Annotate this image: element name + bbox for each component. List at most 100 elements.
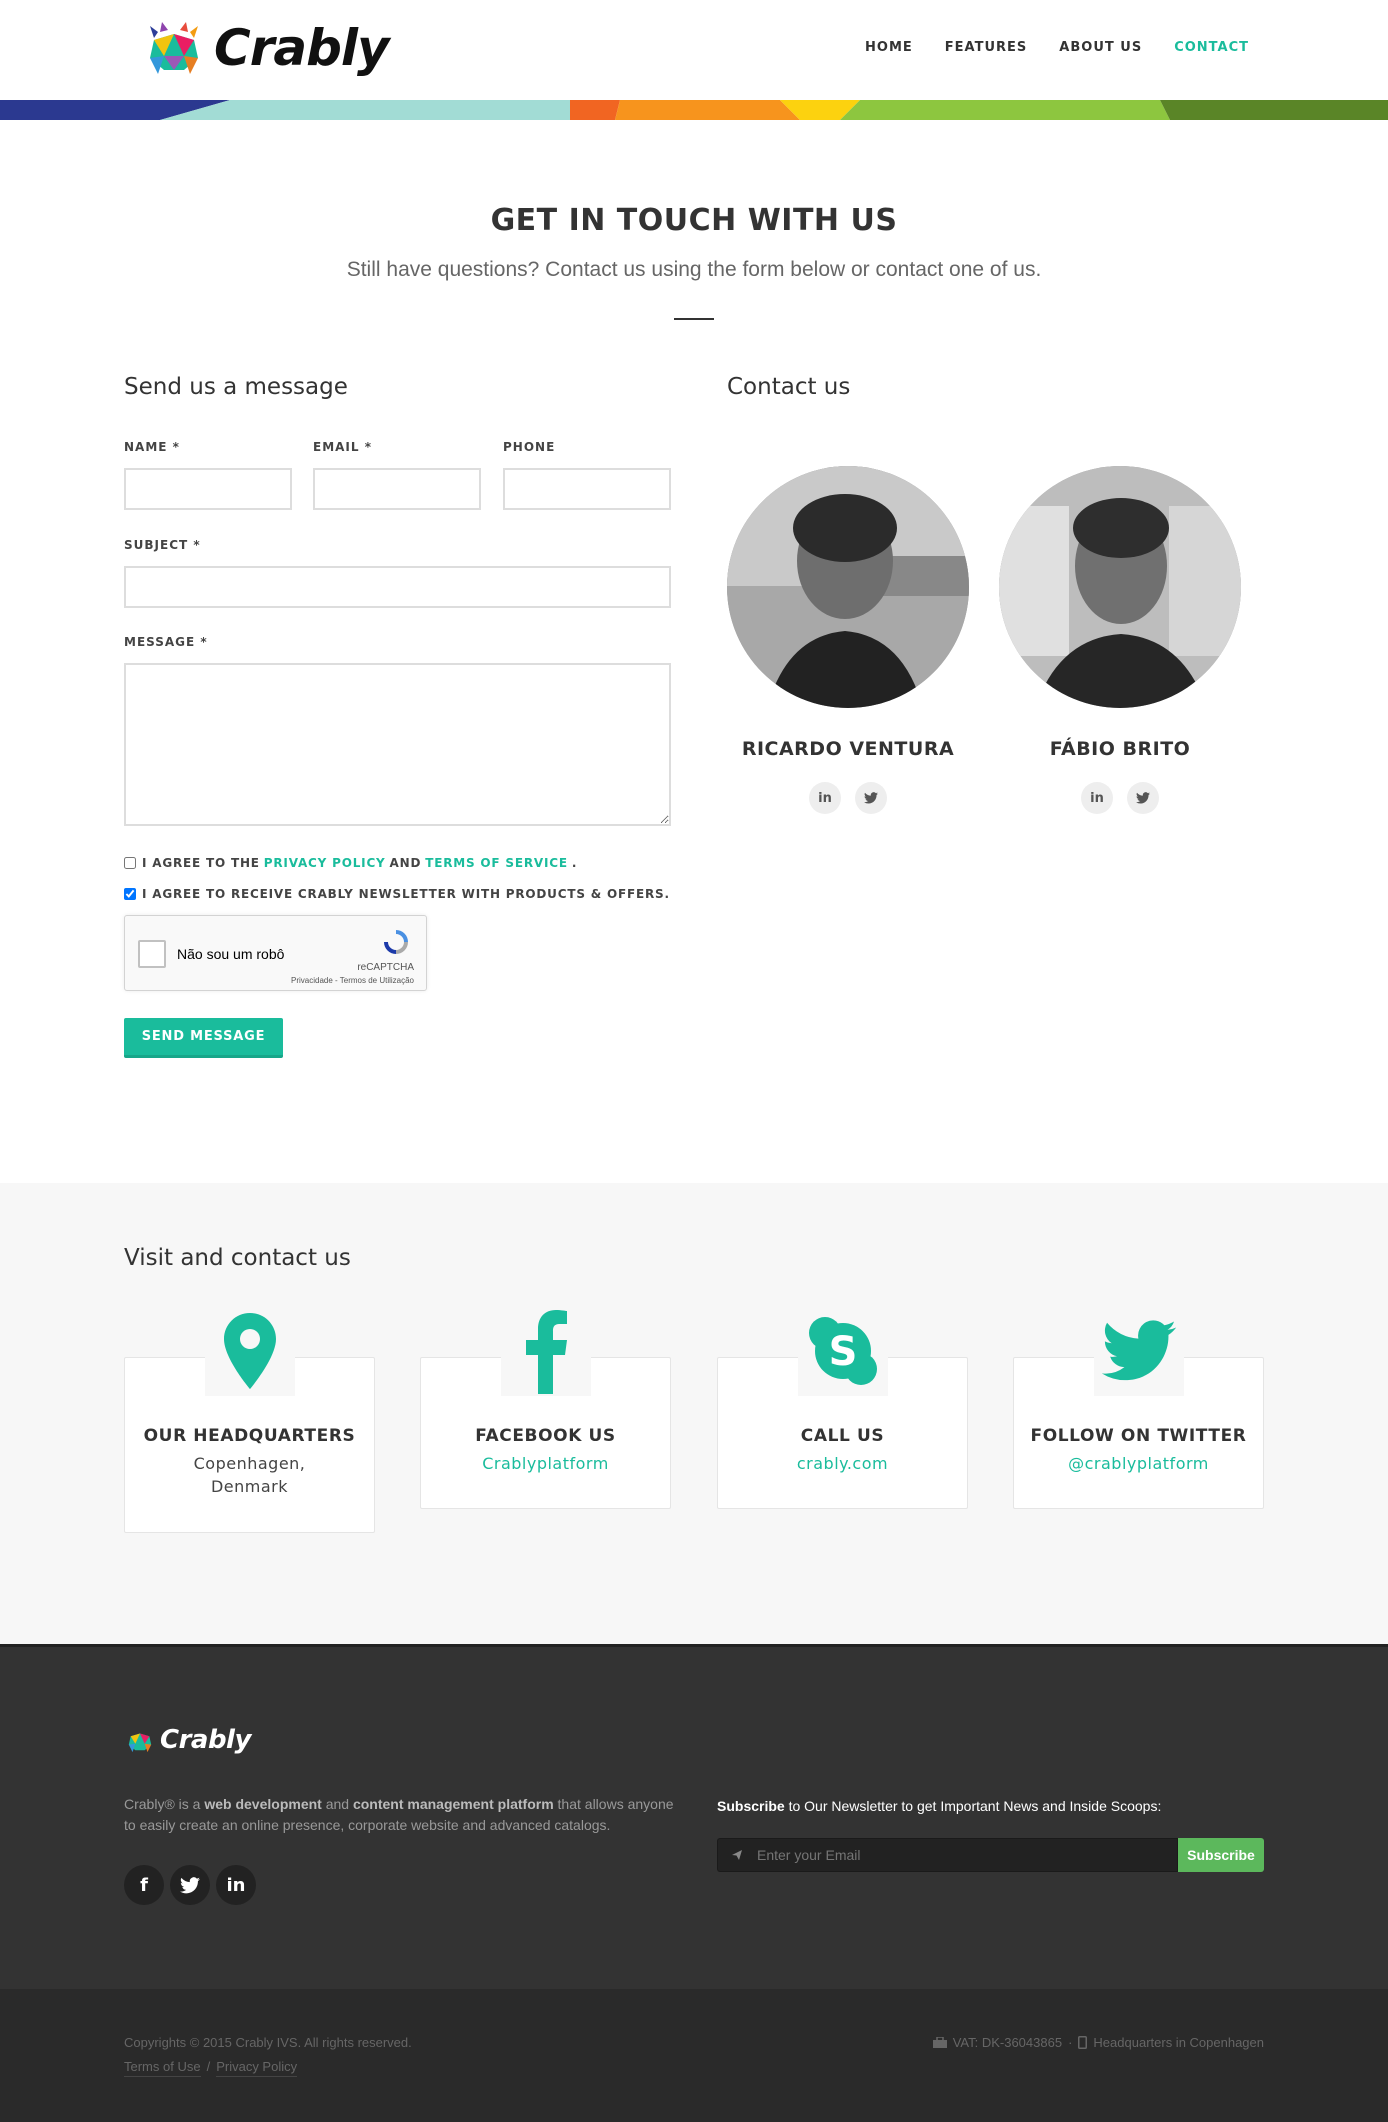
rainbow-stripe xyxy=(0,100,1388,120)
agree-prefix: I AGREE TO THE xyxy=(142,856,260,870)
desc-bold: content management platform xyxy=(352,1796,554,1812)
info-separator: · xyxy=(1068,2035,1073,2050)
card-title: OUR HEADQUARTERS xyxy=(143,1426,356,1446)
footer-brand: Crably xyxy=(160,1725,251,1755)
message-label: MESSAGE * xyxy=(124,635,208,649)
send-message-button[interactable]: SEND MESSAGE xyxy=(124,1018,283,1058)
desc-part: and xyxy=(321,1796,353,1812)
facebook-link[interactable]: Crablyplatform xyxy=(421,1452,670,1475)
privacy-policy-link[interactable]: PRIVACY POLICY xyxy=(264,856,386,870)
subject-label: SUBJECT * xyxy=(124,538,201,552)
twitter-icon[interactable] xyxy=(855,782,887,814)
call-card: S CALL US crably.com xyxy=(717,1306,968,1509)
privacy-policy-link[interactable]: Privacy Policy xyxy=(216,2059,298,2077)
recaptcha-brand: reCAPTCHA xyxy=(357,962,414,973)
message-textarea[interactable] xyxy=(124,663,671,826)
title-divider xyxy=(674,318,714,320)
nav-features[interactable]: FEATURES xyxy=(945,40,1028,55)
person-photo-icon xyxy=(727,466,969,708)
terms-of-service-link[interactable]: TERMS OF SERVICE xyxy=(425,856,568,870)
terms-checkbox[interactable] xyxy=(124,857,136,869)
desc-bold: web development xyxy=(204,1796,322,1812)
facebook-icon xyxy=(500,1306,591,1396)
nav-home[interactable]: HOME xyxy=(865,40,913,55)
headquarters-text: Headquarters in Copenhagen xyxy=(1093,2035,1264,2050)
recaptcha-icon xyxy=(384,930,408,954)
copyright-text: Copyrights © 2015 Crably IVS. All rights… xyxy=(124,2035,412,2050)
person-social: in xyxy=(726,782,970,814)
twitter-icon[interactable] xyxy=(1127,782,1159,814)
company-info: VAT: DK-36043865 · Headquarters in Copen… xyxy=(932,2035,1264,2050)
person-photo-icon xyxy=(999,466,1241,708)
brand-logo[interactable]: Crably xyxy=(140,18,390,78)
recaptcha-terms[interactable]: Privacidade - Termos de Utilização xyxy=(291,976,414,985)
nav-about-us[interactable]: ABOUT US xyxy=(1059,40,1142,55)
newsletter-label: I AGREE TO RECEIVE CRABLY NEWSLETTER WIT… xyxy=(142,887,670,901)
footer-description: Crably® is a web development and content… xyxy=(124,1794,684,1836)
twitter-icon xyxy=(1093,1306,1184,1396)
visit-heading: Visit and contact us xyxy=(124,1245,351,1271)
linkedin-icon[interactable]: in xyxy=(1081,782,1113,814)
brand-name: Crably xyxy=(214,19,390,77)
recaptcha-label: Não sou um robô xyxy=(177,946,285,962)
terms-of-use-link[interactable]: Terms of Use xyxy=(124,2059,201,2077)
card-title: CALL US xyxy=(800,1426,885,1446)
form-heading: Send us a message xyxy=(124,374,348,400)
contact-person: RICARDO VENTURA in xyxy=(726,466,970,814)
card-text: Copenhagen, Denmark xyxy=(193,1454,306,1496)
site-header: Crably HOME FEATURES ABOUT US CONTACT xyxy=(0,0,1388,100)
card-title: FOLLOW ON TWITTER xyxy=(1030,1426,1247,1446)
subject-input[interactable] xyxy=(124,566,671,608)
facebook-card: FACEBOOK US Crablyplatform xyxy=(420,1306,671,1509)
agree-suffix: . xyxy=(571,856,578,870)
subscribe-rest: to Our Newsletter to get Important News … xyxy=(784,1798,1162,1814)
mobile-icon xyxy=(1078,2036,1088,2049)
link-separator: / xyxy=(206,2059,211,2074)
newsletter-checkbox[interactable] xyxy=(124,888,136,900)
subscribe-button[interactable]: Subscribe xyxy=(1178,1838,1264,1872)
twitter-icon[interactable] xyxy=(170,1865,210,1905)
subscribe-email-input[interactable] xyxy=(755,1838,1178,1872)
page-subtitle: Still have questions? Contact us using t… xyxy=(346,258,1042,281)
contact-heading: Contact us xyxy=(727,374,851,400)
contact-person: FÁBIO BRITO in xyxy=(998,466,1242,814)
twitter-card: FOLLOW ON TWITTER @crablyplatform xyxy=(1013,1306,1264,1509)
skype-link[interactable]: crably.com xyxy=(718,1452,967,1475)
card-title: FACEBOOK US xyxy=(475,1426,616,1446)
email-label: EMAIL * xyxy=(313,440,372,454)
subscribe-form: Subscribe xyxy=(717,1838,1264,1872)
vat-number: VAT: DK-36043865 xyxy=(952,2035,1063,2050)
main-nav: HOME FEATURES ABOUT US CONTACT xyxy=(865,40,1249,55)
twitter-link[interactable]: @crablyplatform xyxy=(1014,1452,1263,1475)
paper-plane-icon xyxy=(717,1838,755,1872)
page-title: GET IN TOUCH WITH US xyxy=(490,203,898,238)
nav-contact[interactable]: CONTACT xyxy=(1174,40,1249,55)
map-pin-icon xyxy=(204,1306,295,1396)
legal-links: Terms of Use / Privacy Policy xyxy=(124,2059,298,2077)
skype-icon: S xyxy=(797,1306,888,1396)
subscribe-bold: Subscribe xyxy=(717,1798,785,1814)
newsletter-agreement: I AGREE TO RECEIVE CRABLY NEWSLETTER WIT… xyxy=(124,887,670,901)
crab-logo-icon xyxy=(150,22,198,74)
person-social: in xyxy=(998,782,1242,814)
copyright-bar xyxy=(0,1989,1388,2122)
headquarters-card: OUR HEADQUARTERS Copenhagen, Denmark xyxy=(124,1306,375,1533)
terms-agreement: I AGREE TO THE PRIVACY POLICY AND TERMS … xyxy=(124,856,577,870)
linkedin-icon[interactable]: in xyxy=(216,1865,256,1905)
briefcase-icon xyxy=(932,2037,947,2048)
crab-logo-icon xyxy=(128,1733,152,1753)
name-input[interactable] xyxy=(124,468,292,510)
footer-logo[interactable]: Crably xyxy=(124,1725,251,1755)
recaptcha-checkbox[interactable] xyxy=(138,940,166,968)
avatar xyxy=(999,466,1241,708)
desc-part: Crably® is a xyxy=(124,1796,205,1812)
subscribe-label: Subscribe to Our Newsletter to get Impor… xyxy=(717,1798,1161,1814)
svg-text:S: S xyxy=(828,1329,857,1375)
avatar xyxy=(727,466,969,708)
facebook-icon[interactable]: f xyxy=(124,1865,164,1905)
phone-label: PHONE xyxy=(503,440,556,454)
email-input[interactable] xyxy=(313,468,481,510)
phone-input[interactable] xyxy=(503,468,671,510)
agree-and: AND xyxy=(389,856,422,870)
linkedin-icon[interactable]: in xyxy=(809,782,841,814)
